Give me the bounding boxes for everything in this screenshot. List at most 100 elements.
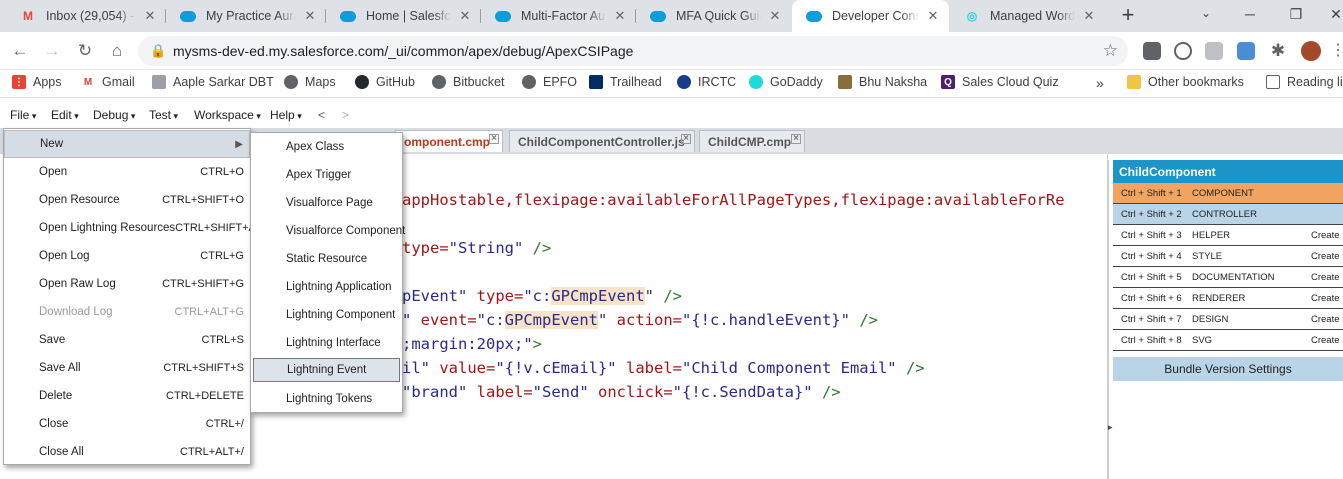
- bundle-version-settings-button[interactable]: Bundle Version Settings: [1113, 357, 1343, 381]
- file-menu-delete[interactable]: Delete CTRL+DELETE: [4, 382, 250, 410]
- create-link[interactable]: Create: [1311, 251, 1343, 262]
- bundle-row-helper[interactable]: Ctrl + Shift + 3 HELPER Create: [1113, 225, 1343, 246]
- file-menu-open-log[interactable]: Open Log CTRL+G: [4, 242, 250, 270]
- menu-workspace[interactable]: Workspace: [194, 108, 261, 122]
- close-icon[interactable]: ✕: [612, 8, 628, 24]
- minimize-icon[interactable]: ─: [1240, 6, 1260, 22]
- editor-tab-childcmp[interactable]: ChildCMP.cmp ×: [699, 130, 805, 152]
- bundle-row-component[interactable]: Ctrl + Shift + 1 COMPONENT: [1113, 183, 1343, 204]
- bookmark-maps[interactable]: Maps: [284, 75, 336, 89]
- file-menu-close-all[interactable]: Close All CTRL+ALT+/: [4, 438, 250, 466]
- file-menu-save-all[interactable]: Save All CTRL+SHIFT+S: [4, 354, 250, 382]
- home-icon[interactable]: ⌂: [107, 41, 127, 61]
- bookmark-star-icon[interactable]: ☆: [1103, 41, 1118, 61]
- bookmark-irctc[interactable]: IRCTC: [677, 75, 736, 89]
- browser-tab-managed-wordpress[interactable]: ◎ Managed WordPr ✕: [950, 0, 1105, 32]
- file-menu-open[interactable]: Open CTRL+O: [4, 158, 250, 186]
- browser-tab-mfa-guide[interactable]: MFA Quick Guide ✕: [636, 0, 791, 32]
- other-bookmarks[interactable]: Other bookmarks: [1127, 75, 1244, 89]
- new-lightning-application[interactable]: Lightning Application: [253, 275, 400, 299]
- bookmark-bhu-naksha[interactable]: Bhu Naksha: [838, 75, 927, 89]
- new-visualforce-component[interactable]: Visualforce Component: [253, 219, 405, 243]
- nav-prev-button[interactable]: <: [318, 108, 325, 122]
- file-menu-open-resource[interactable]: Open Resource CTRL+SHIFT+O: [4, 186, 250, 214]
- cloud-extension-icon[interactable]: [1174, 42, 1192, 60]
- bookmark-trailhead[interactable]: Trailhead: [589, 75, 662, 89]
- editor-tab-controller[interactable]: ChildComponentController.js ×: [509, 130, 695, 152]
- close-icon[interactable]: ✕: [1081, 8, 1097, 24]
- close-icon[interactable]: ✕: [925, 8, 941, 24]
- bookmark-sales-cloud-quiz[interactable]: Q Sales Cloud Quiz: [941, 75, 1059, 89]
- more-icon[interactable]: ⋮: [1330, 40, 1343, 60]
- create-link[interactable]: Create: [1311, 314, 1343, 325]
- new-static-resource[interactable]: Static Resource: [253, 247, 400, 271]
- menu-file[interactable]: File: [10, 108, 36, 122]
- bookmark-godaddy[interactable]: GoDaddy: [749, 75, 823, 89]
- new-apex-class[interactable]: Apex Class: [253, 135, 400, 159]
- extension-icon[interactable]: [1205, 42, 1223, 60]
- reload-icon[interactable]: ↻: [75, 41, 95, 61]
- create-link[interactable]: Create: [1311, 272, 1343, 283]
- close-icon[interactable]: ×: [489, 134, 499, 144]
- bundle-row-controller[interactable]: Ctrl + Shift + 2 CONTROLLER: [1113, 204, 1343, 225]
- bookmark-github[interactable]: GitHub: [355, 75, 415, 89]
- bookmarks-bar: ⋮ Apps M Gmail Aaple Sarkar DBT Maps GitHu…: [0, 70, 1343, 98]
- window-close-icon[interactable]: ✕: [1326, 6, 1343, 23]
- back-icon[interactable]: ←: [10, 41, 30, 61]
- close-icon[interactable]: ✕: [767, 8, 783, 24]
- close-icon[interactable]: ✕: [457, 8, 473, 24]
- code-line: "brand" label="Send" onclick="{!c.SendDa…: [402, 383, 841, 401]
- file-menu-open-lightning-resources[interactable]: Open Lightning Resources CTRL+SHIFT+A: [4, 214, 256, 242]
- editor-tab-component[interactable]: omponent.cmp ×: [395, 130, 503, 152]
- forward-icon[interactable]: →: [42, 41, 62, 61]
- file-menu-open-raw-log[interactable]: Open Raw Log CTRL+SHIFT+G: [4, 270, 250, 298]
- bookmark-gmail[interactable]: M Gmail: [81, 75, 135, 89]
- restore-icon[interactable]: ❐: [1286, 6, 1306, 23]
- menu-help[interactable]: Help: [270, 108, 302, 122]
- file-menu-close[interactable]: Close CTRL+/: [4, 410, 250, 438]
- new-tab-button[interactable]: +: [1116, 4, 1140, 28]
- tab-search-icon[interactable]: ⌄: [1196, 6, 1216, 20]
- nav-next-button[interactable]: >: [342, 108, 349, 122]
- file-menu-save[interactable]: Save CTRL+S: [4, 326, 250, 354]
- close-icon[interactable]: ×: [681, 134, 691, 144]
- extension-icon[interactable]: [1143, 42, 1161, 60]
- create-link[interactable]: Create: [1311, 230, 1343, 241]
- browser-tab-developer-console[interactable]: Developer Consol ✕: [792, 0, 949, 32]
- create-link[interactable]: Create: [1311, 293, 1343, 304]
- create-link[interactable]: Create: [1311, 335, 1343, 346]
- browser-tab-home-salesforce[interactable]: Home | Salesforce ✕: [326, 0, 481, 32]
- bundle-row-documentation[interactable]: Ctrl + Shift + 5 DOCUMENTATION Create: [1113, 267, 1343, 288]
- close-icon[interactable]: ✕: [142, 8, 158, 24]
- close-icon[interactable]: ×: [791, 134, 801, 144]
- file-menu-new[interactable]: New ▶: [4, 130, 250, 158]
- menu-debug[interactable]: Debug: [93, 108, 135, 122]
- browser-tab-gmail[interactable]: M Inbox (29,054) - a ✕: [6, 0, 166, 32]
- close-icon[interactable]: ✕: [302, 8, 318, 24]
- bundle-row-renderer[interactable]: Ctrl + Shift + 6 RENDERER Create: [1113, 288, 1343, 309]
- menu-test[interactable]: Test: [149, 108, 178, 122]
- address-bar[interactable]: 🔒 mysms-dev-ed.my.salesforce.com/_ui/com…: [138, 36, 1128, 66]
- new-visualforce-page[interactable]: Visualforce Page: [253, 191, 400, 215]
- bookmark-aaple-sarkar[interactable]: Aaple Sarkar DBT: [152, 75, 274, 89]
- bundle-row-svg[interactable]: Ctrl + Shift + 8 SVG Create: [1113, 330, 1343, 351]
- bookmarks-overflow-icon[interactable]: »: [1096, 75, 1104, 91]
- new-lightning-interface[interactable]: Lightning Interface: [253, 331, 400, 355]
- new-apex-trigger[interactable]: Apex Trigger: [253, 163, 400, 187]
- new-lightning-event[interactable]: Lightning Event: [253, 358, 400, 382]
- puzzle-icon[interactable]: ✱: [1268, 41, 1288, 61]
- bookmark-epfo[interactable]: EPFO: [522, 75, 577, 89]
- bookmark-apps[interactable]: ⋮ Apps: [12, 75, 62, 89]
- new-lightning-tokens[interactable]: Lightning Tokens: [253, 387, 400, 411]
- browser-tab-practice-aura[interactable]: My Practice Aura ✕: [166, 0, 326, 32]
- new-lightning-component[interactable]: Lightning Component: [253, 303, 400, 327]
- bundle-row-style[interactable]: Ctrl + Shift + 4 STYLE Create: [1113, 246, 1343, 267]
- bundle-row-design[interactable]: Ctrl + Shift + 7 DESIGN Create: [1113, 309, 1343, 330]
- avatar[interactable]: [1301, 41, 1321, 61]
- bookmark-bitbucket[interactable]: Bitbucket: [432, 75, 504, 89]
- collapse-arrow-icon[interactable]: ▸: [1108, 422, 1113, 433]
- browser-tab-mfa[interactable]: Multi-Factor Auth ✕: [481, 0, 636, 32]
- menu-edit[interactable]: Edit: [51, 108, 79, 122]
- extension-icon[interactable]: [1237, 42, 1255, 60]
- reading-list[interactable]: Reading lis: [1266, 75, 1343, 89]
